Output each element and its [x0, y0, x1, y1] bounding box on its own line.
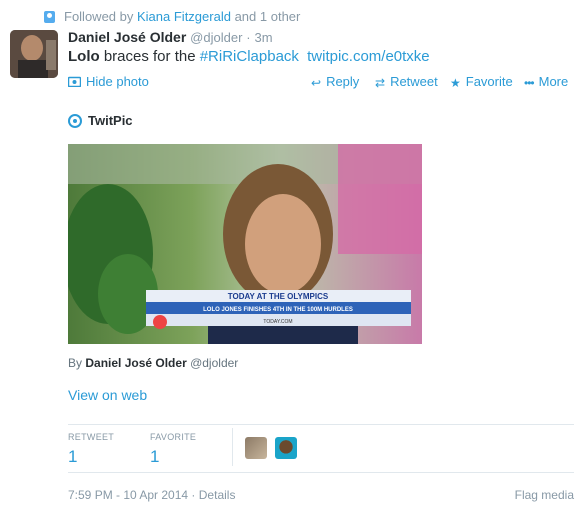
attribution-handle[interactable]: @djolder [190, 356, 238, 370]
photo-subtitle-text: LOLO JONES FINISHES 4TH IN THE 100M HURD… [203, 307, 353, 313]
person-icon [44, 11, 55, 23]
photo-icon [67, 76, 82, 90]
social-context-prefix: Followed by [64, 9, 134, 24]
twitpic-logo-icon [68, 114, 82, 128]
favorite-button[interactable]: ★ Favorite [450, 74, 513, 90]
stats-divider [232, 428, 233, 466]
tweet-header: Daniel José Older @djolder · 3m [68, 29, 273, 45]
avatar-image [10, 30, 58, 78]
favorite-stat-label: FAVORITE [150, 432, 197, 442]
flag-media-link[interactable]: Flag media [515, 488, 574, 502]
hashtag-link[interactable]: #RiRiClapback [200, 48, 299, 65]
photo-url-text: TODAY.COM [263, 319, 292, 325]
card-attribution: By Daniel José Older @djolder [68, 356, 238, 370]
divider [68, 472, 574, 473]
tweet-timestamp: 7:59 PM - 10 Apr 2014 [68, 488, 189, 502]
favorite-label: Favorite [465, 74, 513, 89]
social-context-suffix: and 1 other [234, 9, 301, 24]
author-handle[interactable]: @djolder [190, 30, 242, 45]
favoriter-avatar[interactable] [275, 437, 297, 459]
star-icon: ★ [450, 75, 461, 90]
divider [68, 424, 574, 425]
follower-link[interactable]: Kiana Fitzgerald [137, 9, 231, 24]
reply-label: Reply [326, 74, 360, 89]
reply-button[interactable]: ↩ Reply [311, 74, 359, 90]
tweet-photo[interactable]: TODAY AT THE OLYMPICS LOLO JONES FINISHE… [68, 144, 422, 344]
retweet-label: Retweet [390, 74, 438, 89]
tweet-time[interactable]: 3m [255, 30, 273, 45]
retweet-count[interactable]: 1 [68, 447, 77, 467]
hide-photo-button[interactable]: Hide photo [67, 74, 149, 90]
photo-image: TODAY AT THE OLYMPICS LOLO JONES FINISHE… [68, 144, 422, 344]
tweet-text-plain: braces for the [103, 48, 196, 65]
retweet-stat-label: RETWEET [68, 432, 115, 442]
retweet-icon: ⇄ [375, 75, 386, 90]
attribution-prefix: By [68, 356, 83, 370]
favorite-count[interactable]: 1 [150, 447, 159, 467]
author-name[interactable]: Daniel José Older [68, 29, 186, 45]
details-link[interactable]: Details [199, 488, 236, 502]
card-provider-name: TwitPic [88, 113, 133, 128]
tweet-footer: 7:59 PM - 10 Apr 2014 · Details [68, 488, 235, 502]
more-dots-icon: ••• [524, 75, 535, 90]
retweeter-avatar[interactable] [245, 437, 267, 459]
footer-separator: · [191, 488, 196, 502]
tweet-text: Lolo braces for the #RiRiClapback twitpi… [68, 48, 430, 65]
photo-banner-text: TODAY AT THE OLYMPICS [228, 292, 329, 301]
separator-dot: · [246, 30, 251, 45]
reply-icon: ↩ [311, 75, 322, 90]
attribution-name[interactable]: Daniel José Older [85, 356, 186, 370]
avatar[interactable] [10, 30, 58, 78]
url-link[interactable]: twitpic.com/e0txke [307, 48, 430, 65]
hide-photo-label: Hide photo [86, 74, 149, 89]
card-provider[interactable]: TwitPic [68, 113, 133, 128]
tweet-text-bold: Lolo [68, 48, 100, 65]
retweet-button[interactable]: ⇄ Retweet [375, 74, 438, 90]
social-context: Followed by Kiana Fitzgerald and 1 other [44, 9, 300, 24]
more-label: More [538, 74, 569, 89]
view-on-web-link[interactable]: View on web [68, 387, 147, 403]
more-button[interactable]: ••• More [524, 74, 568, 90]
